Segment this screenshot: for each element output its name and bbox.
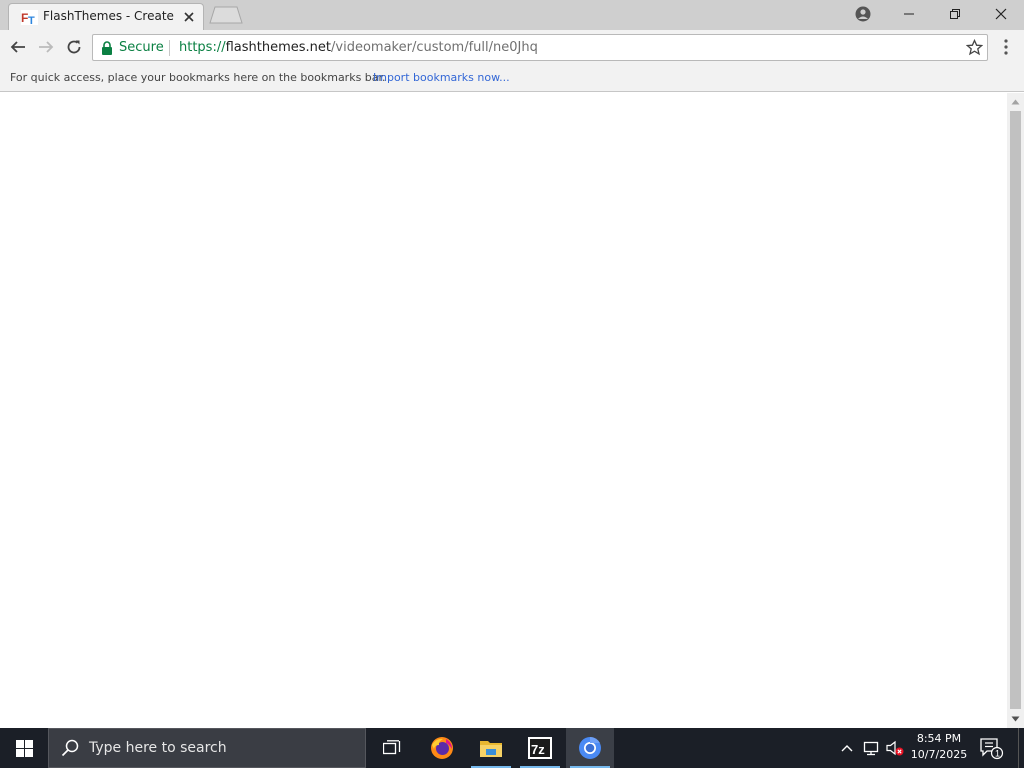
system-clock[interactable]: 8:54 PM 10/7/2025 — [908, 731, 970, 765]
tab-strip: F T FlashThemes - Create — [0, 0, 1024, 30]
page-content[interactable] — [0, 93, 1007, 728]
volume-tray-button[interactable] — [886, 739, 904, 757]
restore-button[interactable] — [932, 0, 978, 28]
network-tray-button[interactable] — [862, 739, 880, 757]
address-bar[interactable]: Secure https://flashthemes.net/videomake… — [92, 34, 988, 61]
windows-logo-icon — [15, 739, 33, 757]
file-explorer-taskbar-button[interactable] — [467, 728, 515, 768]
profile-icon[interactable] — [853, 4, 873, 24]
back-arrow-icon — [10, 41, 25, 53]
task-view-button[interactable] — [368, 728, 416, 768]
tab-flashthemes[interactable]: F T FlashThemes - Create — [8, 3, 204, 30]
browser-toolbar: Secure https://flashthemes.net/videomake… — [0, 30, 1024, 64]
url-scheme: https:// — [179, 40, 226, 55]
windows-taskbar: Type here to search 7z 8:54 PM 10/7/2025… — [0, 728, 1024, 768]
flashthemes-favicon-icon: F T — [21, 10, 38, 25]
7zip-icon: 7z — [528, 737, 552, 759]
bookmark-star-icon[interactable] — [966, 39, 983, 56]
bookmarks-bar: For quick access, place your bookmarks h… — [0, 64, 1024, 92]
svg-text:T: T — [28, 15, 35, 25]
url-text[interactable]: https://flashthemes.net/videomaker/custo… — [179, 40, 538, 55]
back-button[interactable] — [6, 35, 30, 59]
close-window-button[interactable] — [978, 0, 1024, 28]
import-bookmarks-link[interactable]: Import bookmarks now... — [373, 71, 510, 84]
reload-button[interactable] — [62, 35, 86, 59]
forward-button[interactable] — [34, 35, 58, 59]
reload-icon — [67, 40, 81, 54]
action-center-button[interactable]: 1 — [978, 736, 1004, 760]
show-hidden-icons-button[interactable] — [838, 739, 856, 757]
new-tab-button[interactable] — [209, 6, 243, 24]
forward-arrow-icon — [39, 41, 54, 53]
scroll-down-arrow-icon[interactable] — [1011, 715, 1020, 723]
close-tab-icon[interactable] — [183, 11, 195, 23]
file-explorer-icon — [480, 741, 502, 757]
taskbar-search-box[interactable]: Type here to search — [48, 728, 366, 768]
7zip-taskbar-button[interactable]: 7z — [516, 728, 564, 768]
firefox-taskbar-button[interactable] — [418, 728, 466, 768]
bookmarks-hint: For quick access, place your bookmarks h… — [10, 71, 386, 84]
start-button[interactable] — [0, 728, 48, 768]
url-path: /videomaker/custom/full/ne0Jhq — [331, 40, 538, 55]
notification-icon: 1 — [980, 738, 1004, 760]
scrollbar-thumb[interactable] — [1010, 111, 1021, 709]
chrome-menu-icon[interactable] — [1000, 37, 1012, 57]
secure-label[interactable]: Secure — [119, 40, 164, 55]
network-icon — [863, 741, 879, 756]
omnibox-divider — [169, 40, 170, 56]
chrome-icon — [579, 736, 601, 759]
firefox-icon — [431, 737, 453, 759]
chevron-up-icon — [841, 745, 853, 752]
chrome-taskbar-button[interactable] — [566, 728, 614, 768]
close-icon — [995, 8, 1007, 20]
svg-text:7z: 7z — [531, 742, 545, 757]
tab-title: FlashThemes - Create — [43, 9, 174, 23]
volume-muted-icon — [886, 740, 904, 756]
lock-icon — [102, 41, 112, 55]
minimize-icon — [904, 13, 914, 15]
search-placeholder: Type here to search — [89, 740, 227, 756]
clock-date: 10/7/2025 — [910, 748, 968, 761]
scroll-up-arrow-icon[interactable] — [1011, 98, 1020, 106]
url-host: flashthemes.net — [225, 40, 332, 55]
task-view-icon — [383, 740, 401, 755]
minimize-button[interactable] — [886, 0, 932, 28]
search-icon — [61, 739, 79, 757]
vertical-scrollbar[interactable] — [1007, 93, 1024, 728]
show-desktop-button[interactable] — [1018, 728, 1019, 768]
notification-count: 1 — [995, 749, 1000, 759]
restore-icon — [950, 9, 960, 19]
clock-time: 8:54 PM — [916, 732, 962, 745]
